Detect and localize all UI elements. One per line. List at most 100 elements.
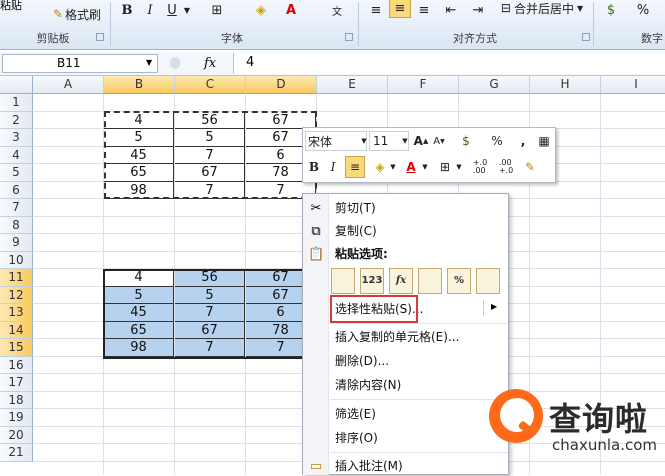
border-icon[interactable]: ⊞ [437,157,453,177]
mini-italic-button[interactable]: I [325,157,341,177]
percent-button[interactable]: % [634,0,652,20]
italic-button[interactable]: I [142,0,158,20]
align-left-icon[interactable]: ≡ [366,0,386,20]
column-header-b[interactable]: B [104,76,175,94]
menu-item-delete[interactable]: 删除(D)... [335,351,389,371]
phonetic-icon[interactable]: 文 [326,0,348,20]
column-header-h[interactable]: H [530,76,601,94]
font-color-icon[interactable]: A [282,0,300,20]
column-header-a[interactable]: A [33,76,104,94]
chevron-down-icon[interactable]: ▼ [359,131,369,151]
brush-icon[interactable]: ✎ [521,157,539,177]
shrink-font-button[interactable]: A ▼ [431,131,447,151]
row-header-10[interactable]: 10 [0,251,33,269]
chevron-down-icon[interactable]: ▼ [421,157,429,177]
mini-bold-button[interactable]: B [305,157,323,177]
format-table-icon[interactable]: ▦ [535,131,553,151]
name-box[interactable]: B11 [2,54,158,73]
chevron-down-icon[interactable]: ▼ [401,131,409,151]
row-header-17[interactable]: 17 [0,374,33,392]
format-painter-button[interactable]: ✎ 格式刷 [48,4,106,24]
bold-button[interactable]: B [118,0,136,20]
menu-item-filter[interactable]: 筛选(E) [335,404,376,424]
decrease-decimal-button[interactable]: .00 +.0 [495,157,517,177]
border-icon[interactable]: ⊞ [206,0,228,20]
paste-values-icon[interactable]: 123 [360,268,384,294]
decrease-indent-icon[interactable]: ⇤ [441,0,461,20]
select-all-corner[interactable] [0,76,33,94]
watermark-domain: chaxunla.com [552,436,657,454]
comma-button[interactable]: , [517,131,529,151]
column-header-e[interactable]: E [317,76,388,94]
ribbon: 粘贴 ✎ 格式刷 剪贴板 B I U ▼ ⊞ ◈ A 文 字体 ≡ ≡ ≡ ⇤ … [0,0,665,50]
chevron-down-icon[interactable]: ▼ [389,157,397,177]
menu-item-sort[interactable]: 排序(O) [335,428,378,448]
column-header-f[interactable]: F [388,76,459,94]
row-header-14[interactable]: 14 [0,321,33,339]
column-header-i[interactable]: I [601,76,665,94]
row-header-15[interactable]: 15 [0,339,33,357]
paste-formatting-icon[interactable]: % [447,268,471,294]
fill-color-icon[interactable]: ◈ [371,157,389,177]
align-right-icon[interactable]: ≡ [414,0,434,20]
grow-font-button[interactable]: A ▲ [413,131,429,151]
clipboard-group-label: 剪贴板 [36,32,70,45]
row-header-5[interactable]: 5 [0,164,33,182]
font-color-icon[interactable]: A [403,157,419,177]
increase-decimal-button[interactable]: +.0 .00 [469,157,491,177]
increase-indent-icon[interactable]: ⇥ [468,0,488,20]
formula-input[interactable]: 4 [233,53,665,74]
row-header-18[interactable]: 18 [0,391,33,409]
row-header-19[interactable]: 19 [0,409,33,427]
paste-transpose-icon[interactable] [418,268,442,294]
insert-function-icon[interactable]: fx [204,56,216,71]
scroll-handle-icon[interactable] [170,57,180,69]
paste-link-icon[interactable] [476,268,500,294]
row-header-3[interactable]: 3 [0,129,33,147]
column-header-g[interactable]: G [459,76,530,94]
menu-item-cut[interactable]: 剪切(T) [335,198,376,218]
row-header-7[interactable]: 7 [0,199,33,217]
row-header-9[interactable]: 9 [0,234,33,252]
menu-item-insert-comment[interactable]: 插入批注(M) [335,456,403,476]
menu-item-insert-copied[interactable]: 插入复制的单元格(E)... [335,327,459,347]
row-header-1[interactable]: 1 [0,94,33,112]
mini-center-icon[interactable]: ≡ [345,156,365,178]
fill-color-icon[interactable]: ◈ [250,0,272,20]
row-header-8[interactable]: 8 [0,216,33,234]
clipboard-icon: 📋 [308,247,325,262]
currency-icon[interactable]: $ [600,0,622,20]
mini-font-name[interactable]: 宋体 [305,131,367,151]
merge-center-label: 合并后居中 [513,1,574,16]
row-header-2[interactable]: 2 [0,111,33,129]
menu-item-copy[interactable]: 复制(C) [335,221,377,241]
underline-button[interactable]: U [164,0,180,20]
chevron-down-icon[interactable]: ▼ [455,157,463,177]
row-header-16[interactable]: 16 [0,356,33,374]
column-header-c[interactable]: C [175,76,246,94]
font-launcher-icon[interactable] [345,33,353,41]
row-header-4[interactable]: 4 [0,146,33,164]
currency-icon[interactable]: $ [455,131,477,151]
underline-dropdown-icon[interactable]: ▼ [182,0,192,20]
clipboard-launcher-icon[interactable] [96,33,104,41]
row-header-12[interactable]: 12 [0,286,33,304]
paste-formulas-icon[interactable]: fx [389,268,413,294]
menu-divider [483,300,484,316]
row-header-6[interactable]: 6 [0,181,33,199]
percent-button[interactable]: % [489,131,505,151]
menu-item-clear[interactable]: 清除内容(N) [335,375,401,395]
column-header-d[interactable]: D [246,76,317,94]
menu-separator [330,323,508,324]
name-box-dropdown-icon[interactable]: ▼ [146,58,152,67]
row-header-11[interactable]: 11 [0,269,33,287]
alignment-launcher-icon[interactable] [582,33,590,41]
align-center-icon[interactable]: ≡ [389,0,411,18]
row-header-20[interactable]: 20 [0,426,33,444]
paste-label[interactable]: 粘贴 [0,0,22,13]
chevron-right-icon[interactable]: ▶ [491,302,497,311]
row-header-13[interactable]: 13 [0,304,33,322]
paste-icon[interactable] [331,268,355,294]
merge-center-button[interactable]: ⊟ 合并后居中 ▼ [496,0,588,18]
row-header-21[interactable]: 21 [0,444,33,462]
